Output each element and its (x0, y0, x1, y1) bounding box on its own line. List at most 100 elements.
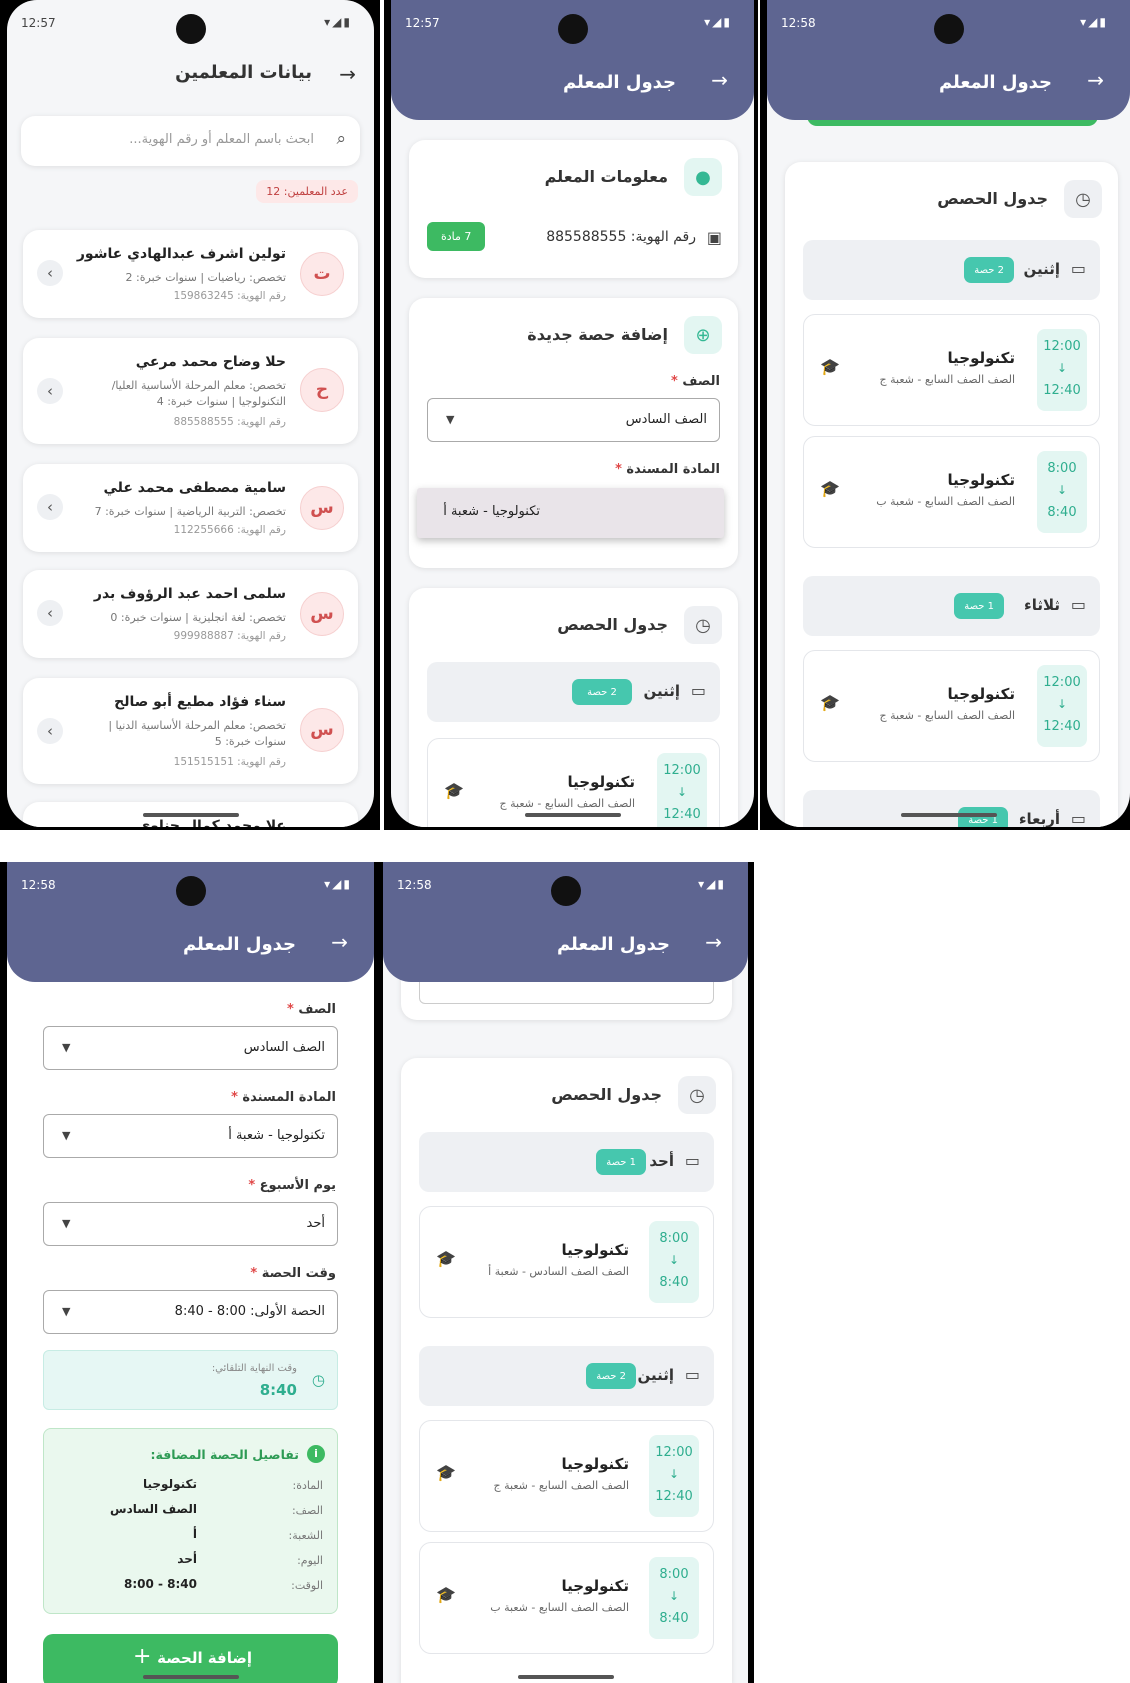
camera-cutout (933, 14, 964, 44)
teacher-id-text: رقم الهوية: 885588555 (546, 229, 696, 245)
camera-cutout (175, 876, 206, 906)
class-dropdown-value: الصف السادس (243, 1040, 325, 1055)
app-bar-title: جدول المعلم (938, 72, 1052, 93)
dropdown-arrow-icon: ▼ (62, 1305, 71, 1318)
arrow-down-icon: ↓ (668, 1253, 680, 1267)
class-label-text: الصف (298, 1002, 336, 1017)
dropdown-arrow-icon: ▼ (62, 1129, 71, 1142)
dropdown-option[interactable]: تكنولوجيا - شعبة أ (443, 504, 540, 519)
session-subject: تكنولوجيا (561, 1455, 630, 1473)
back-arrow-icon[interactable]: → (705, 930, 722, 954)
phone-add-session-form: 12:58 ▾◢▮ جدول المعلم → الصف * الصف السا… (0, 862, 380, 1683)
time-dropdown[interactable]: الحصة الأولى: 8:00 - 8:40 ▼ (43, 1290, 338, 1334)
auto-end-label: وقت النهاية التلقائي: (211, 1363, 297, 1374)
session-subject: تكنولوجيا (947, 471, 1016, 489)
subject-label-text: المادة المسندة (242, 1090, 336, 1105)
status-time: 12:57 (405, 16, 440, 30)
back-arrow-icon[interactable]: → (339, 62, 356, 86)
home-indicator[interactable] (142, 1675, 239, 1679)
app-bar-title: جدول المعلم (182, 934, 296, 955)
teacher-card[interactable]: س سناء فؤاد مطيع أبو صالح تخصص: معلم الم… (23, 678, 358, 784)
app-bar-title: جدول المعلم (556, 934, 670, 955)
detail-value: 8:00 - 8:40 (123, 1577, 197, 1591)
teacher-card[interactable]: ت تولين اشرف عبدالهادي عاشور تخصص: رياضي… (23, 230, 358, 318)
session-card[interactable]: 8:00 ↓ 8:40 تكنولوجيا الصف الصف السابع -… (419, 1542, 714, 1654)
session-subject: تكنولوجيا (561, 1241, 630, 1259)
home-indicator[interactable] (517, 1675, 614, 1679)
chevron-left-icon[interactable]: ‹ (37, 494, 63, 520)
teacher-id: رقم الهوية: 112255666 (173, 524, 286, 536)
home-indicator[interactable] (900, 813, 997, 817)
back-arrow-icon[interactable]: → (331, 930, 348, 954)
teacher-name: سلمى احمد عبد الرؤوف بدر (93, 586, 286, 602)
class-label-text: الصف (682, 374, 720, 389)
clock-icon: ◷ (678, 1076, 716, 1114)
class-dropdown[interactable]: الصف السادس ▼ (427, 398, 720, 442)
back-arrow-icon[interactable]: → (711, 68, 728, 92)
session-card[interactable]: 12:00 ↓ 12:40 تكنولوجيا الصف الصف السابع… (803, 314, 1100, 426)
schedule-title: جدول الحصص (551, 1085, 662, 1104)
day-name: إثنين (637, 1366, 674, 1384)
plus-circle-icon: ⊕ (684, 316, 722, 354)
subject-dropdown-menu: تكنولوجيا - شعبة أ (417, 488, 724, 538)
teacher-specialty: تخصص: معلم المرحلة الأساسية العليا/التكن… (111, 379, 286, 408)
teacher-info-title: معلومات المعلم (544, 167, 668, 186)
class-dropdown[interactable]: الصف السادس ▼ (43, 1026, 338, 1070)
subject-dropdown[interactable]: تكنولوجيا - شعبة أ ▼ (43, 1114, 338, 1158)
session-card[interactable]: 8:00 ↓ 8:40 تكنولوجيا الصف الصف السادس -… (419, 1206, 714, 1318)
session-card[interactable]: 12:00 ↓ 12:40 تكنولوجيا الصف الصف السابع… (419, 1420, 714, 1532)
teacher-card[interactable]: س سلمى احمد عبد الرؤوف بدر تخصص: لغة انج… (23, 570, 358, 658)
teacher-card[interactable]: س سامية مصطفى محمد علي تخصص: التربية الر… (23, 464, 358, 552)
search-input[interactable]: ابحث باسم المعلم أو رقم الهوية... (129, 132, 314, 147)
session-start: 8:00 (659, 1231, 689, 1246)
plus-icon: + (133, 1644, 152, 1669)
chevron-left-icon[interactable]: ‹ (37, 600, 63, 626)
time-label-text: وقت الحصة (261, 1266, 336, 1281)
session-subject: تكنولوجيا (567, 773, 636, 791)
detail-value: الصف السادس (110, 1502, 197, 1516)
arrow-down-icon: ↓ (1056, 361, 1068, 375)
teacher-card[interactable]: ح حلا وضاح محمد مرعي تخصص: معلم المرحلة … (23, 338, 358, 444)
teacher-id: رقم الهوية: 159863245 (173, 290, 286, 302)
session-card[interactable]: 8:00 ↓ 8:40 تكنولوجيا الصف الصف السابع -… (803, 436, 1100, 548)
day-dropdown[interactable]: أحد ▼ (43, 1202, 338, 1246)
teacher-avatar: ت (300, 252, 344, 296)
search-box[interactable]: ابحث باسم المعلم أو رقم الهوية... ⌕ (21, 116, 360, 166)
teacher-name: سامية مصطفى محمد علي (103, 480, 286, 496)
schedule-title: جدول الحصص (937, 189, 1048, 208)
teacher-specialty: تخصص: التربية الرياضية | سنوات خبرة: 7 (94, 505, 286, 518)
teacher-name: سناء فؤاد مطيع أبو صالح (114, 694, 286, 710)
session-start: 12:00 (1043, 675, 1081, 690)
home-indicator[interactable] (524, 813, 621, 817)
teacher-specialty: تخصص: رياضيات | سنوات خبرة: 2 (125, 271, 286, 284)
calendar-icon: ▭ (1070, 809, 1086, 827)
chevron-left-icon[interactable]: ‹ (37, 378, 63, 404)
home-indicator[interactable] (142, 813, 239, 817)
session-time: 12:00 ↓ 12:40 (1037, 329, 1087, 411)
detail-value: أحد (177, 1552, 197, 1566)
page-title: بيانات المعلمين (175, 62, 312, 83)
status-icons: ▾◢▮ (704, 15, 732, 29)
phone-teachers-list: 12:57 ▾◢▮ بيانات المعلمين → ابحث باسم ال… (0, 0, 380, 830)
class-label: الصف * (287, 1002, 336, 1017)
day-sessions-badge: 2 حصة (586, 1363, 636, 1389)
session-card[interactable]: 12:00 ↓ 12:40 تكنولوجيا الصف الصف السابع… (803, 650, 1100, 762)
session-class: الصف الصف السادس - شعبة أ (488, 1265, 629, 1278)
chevron-left-icon[interactable]: ‹ (37, 260, 63, 286)
session-class: الصف الصف السابع - شعبة ج (493, 1479, 629, 1492)
schedule-card: ◷ جدول الحصص ▭ إثنين 2 حصة 12:00 ↓ 12:40… (409, 588, 738, 827)
status-icons: ▾◢▮ (698, 877, 726, 891)
clock-icon: ◷ (684, 606, 722, 644)
teacher-info-card: ● معلومات المعلم ▣ رقم الهوية: 885588555… (409, 140, 738, 278)
day-name: إثنين (643, 682, 680, 700)
day-sessions-badge: 2 حصة (572, 679, 632, 705)
session-subject: تكنولوجيا (947, 349, 1016, 367)
calendar-icon: ▭ (690, 681, 706, 700)
day-dropdown-value: أحد (306, 1216, 325, 1231)
session-start: 8:00 (1047, 461, 1077, 476)
phone-schedule-updated: 12:58 ▾◢▮ جدول المعلم → ◷ جدول الحصص ▭ أ… (378, 862, 754, 1683)
time-label: وقت الحصة * (250, 1266, 336, 1281)
back-arrow-icon[interactable]: → (1087, 68, 1104, 92)
chevron-left-icon[interactable]: ‹ (37, 718, 63, 744)
calendar-icon: ▭ (1070, 259, 1086, 278)
